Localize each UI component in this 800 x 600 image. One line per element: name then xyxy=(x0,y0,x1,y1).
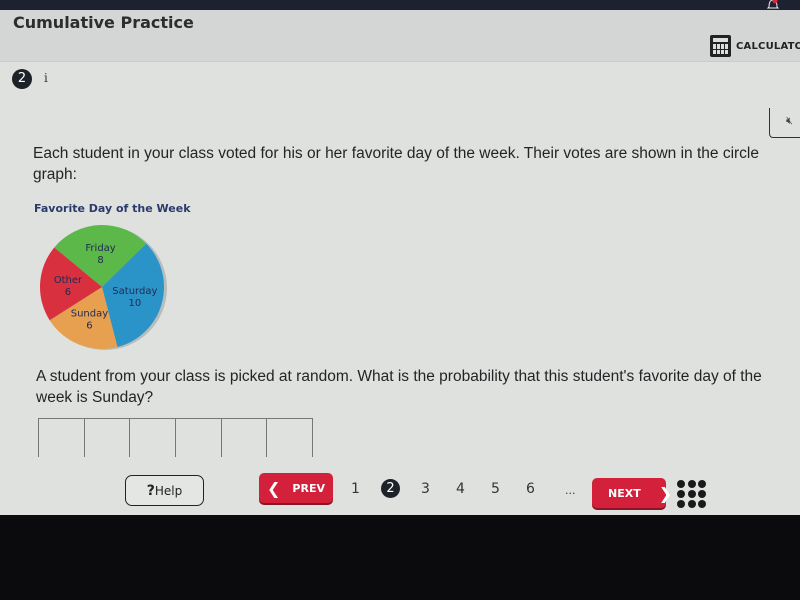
answer-cell[interactable] xyxy=(38,419,84,457)
calculator-icon xyxy=(710,35,731,57)
slice-value-saturday: 10 xyxy=(128,298,141,309)
question-text: A student from your class is picked at r… xyxy=(36,368,762,406)
page-3[interactable]: 3 xyxy=(408,481,443,497)
info-icon[interactable]: i xyxy=(44,71,48,85)
answer-cell[interactable] xyxy=(175,419,221,457)
page-6[interactable]: 6 xyxy=(513,481,548,497)
prev-button[interactable]: ❮ PREV xyxy=(259,473,333,503)
question-grid-menu-icon[interactable] xyxy=(677,480,707,508)
page-2[interactable]: 2 xyxy=(373,479,408,498)
page-number: 4 xyxy=(456,480,465,497)
page-1[interactable]: 1 xyxy=(338,481,373,497)
pagination: 1 2 3 4 5 6 xyxy=(338,479,548,498)
speaker-muted-icon: 🔇︎ xyxy=(786,114,793,127)
question-prompt: Each student in your class voted for his… xyxy=(33,145,759,183)
answer-cell[interactable] xyxy=(266,419,314,457)
pie-chart: Friday8Saturday10Sunday6Other6 xyxy=(39,225,167,350)
page-5[interactable]: 5 xyxy=(478,481,513,497)
page-number: 3 xyxy=(421,480,430,497)
help-button[interactable]: ? Help xyxy=(125,475,204,506)
slice-value-friday: 8 xyxy=(97,255,103,266)
page-number: 1 xyxy=(351,480,360,497)
answer-cell[interactable] xyxy=(83,419,130,457)
audio-button[interactable]: 🔇︎ xyxy=(769,108,800,138)
chevron-left-icon: ❮ xyxy=(267,478,281,498)
help-label: Help xyxy=(154,483,183,498)
calculator-button[interactable]: CALCULATOR xyxy=(710,35,800,57)
slice-value-other: 6 xyxy=(65,287,71,298)
question-number-badge: 2 xyxy=(12,69,32,89)
next-label: NEXT xyxy=(608,486,641,500)
answer-cell[interactable] xyxy=(129,419,175,457)
page-number: 5 xyxy=(491,480,500,497)
prev-label: PREV xyxy=(292,481,325,495)
system-top-bar xyxy=(0,0,800,10)
page-number: 2 xyxy=(381,479,400,498)
slice-label-saturday: Saturday xyxy=(112,286,157,297)
page-number: 6 xyxy=(526,480,535,497)
answer-input-boxes[interactable] xyxy=(38,418,314,458)
question-mark-icon: ? xyxy=(146,482,155,499)
slice-value-sunday: 6 xyxy=(86,321,92,332)
slice-label-friday: Friday xyxy=(85,243,115,254)
page-title: Cumulative Practice xyxy=(13,13,194,32)
slice-label-other: Other xyxy=(54,275,83,286)
pagination-ellipsis[interactable]: ... xyxy=(565,484,576,497)
practice-screen: Cumulative Practice CALCULATOR 2 i 🔇︎ Ea… xyxy=(0,10,800,515)
chart-title: Favorite Day of the Week xyxy=(34,202,191,215)
page-4[interactable]: 4 xyxy=(443,481,478,497)
calculator-label: CALCULATOR xyxy=(736,40,800,52)
chevron-right-icon: ❯ xyxy=(658,483,673,503)
answer-cell[interactable] xyxy=(220,419,267,457)
next-button[interactable]: NEXT ❯ xyxy=(592,478,672,508)
header-bar: Cumulative Practice CALCULATOR xyxy=(0,10,800,62)
slice-label-sunday: Sunday xyxy=(71,309,108,320)
